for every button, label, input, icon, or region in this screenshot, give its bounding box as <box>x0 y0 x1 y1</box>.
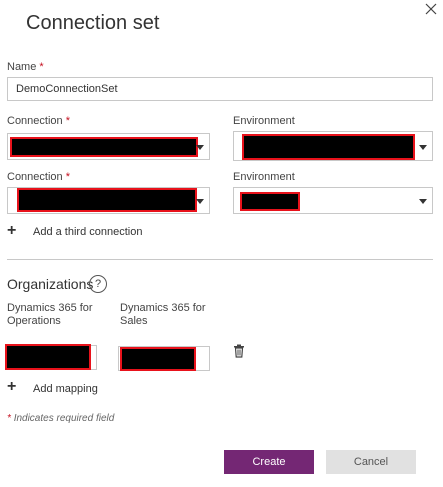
delete-mapping-button[interactable] <box>233 344 245 358</box>
name-input[interactable]: DemoConnectionSet <box>7 77 433 101</box>
redacted-value <box>242 134 415 160</box>
name-label-text: Name <box>7 61 37 73</box>
redacted-value <box>240 192 300 211</box>
dialog-title: Connection set <box>26 12 160 34</box>
required-mark: * <box>7 413 11 424</box>
required-field-note: * Indicates required field <box>7 413 114 424</box>
environment-1-dropdown[interactable] <box>233 131 433 161</box>
connection-2-label-text: Connection <box>7 171 63 183</box>
redacted-value <box>17 188 197 212</box>
organizations-title: Organizations <box>7 276 94 292</box>
section-divider <box>7 259 433 260</box>
environment-2-dropdown[interactable] <box>233 187 433 214</box>
environment-1-label: Environment <box>233 115 295 127</box>
sales-column-label: Dynamics 365 for Sales <box>120 302 206 327</box>
connection-2-dropdown[interactable] <box>7 187 210 214</box>
environment-2-label: Environment <box>233 171 295 183</box>
add-mapping-label: Add mapping <box>33 383 98 395</box>
trash-icon <box>234 344 244 358</box>
operations-column-label: Dynamics 365 for Operations <box>7 302 93 327</box>
chevron-down-icon <box>196 199 204 204</box>
redacted-value <box>5 344 91 370</box>
create-button[interactable]: Create <box>224 450 314 474</box>
connection-1-label-text: Connection <box>7 115 63 127</box>
redacted-value <box>120 347 196 371</box>
help-icon[interactable]: ? <box>89 275 107 293</box>
chevron-down-icon <box>196 145 204 150</box>
operations-org-input[interactable] <box>5 344 97 370</box>
chevron-down-icon <box>419 145 427 150</box>
name-label: Name * <box>7 61 44 74</box>
connection-2-label: Connection * <box>7 171 70 184</box>
plus-icon: + <box>7 222 17 239</box>
close-icon[interactable] <box>424 2 440 18</box>
required-mark: * <box>39 61 44 73</box>
sales-org-input[interactable] <box>118 346 210 371</box>
connection-1-dropdown[interactable] <box>7 133 210 160</box>
required-mark: * <box>65 115 70 127</box>
add-third-connection-label: Add a third connection <box>33 226 143 238</box>
required-mark: * <box>65 171 70 183</box>
cancel-button[interactable]: Cancel <box>326 450 416 474</box>
redacted-value <box>10 137 198 157</box>
required-note-text: Indicates required field <box>13 413 115 424</box>
chevron-down-icon <box>419 199 427 204</box>
connection-1-label: Connection * <box>7 115 70 128</box>
plus-icon: + <box>7 378 17 395</box>
close-icon-glyph <box>425 3 437 15</box>
